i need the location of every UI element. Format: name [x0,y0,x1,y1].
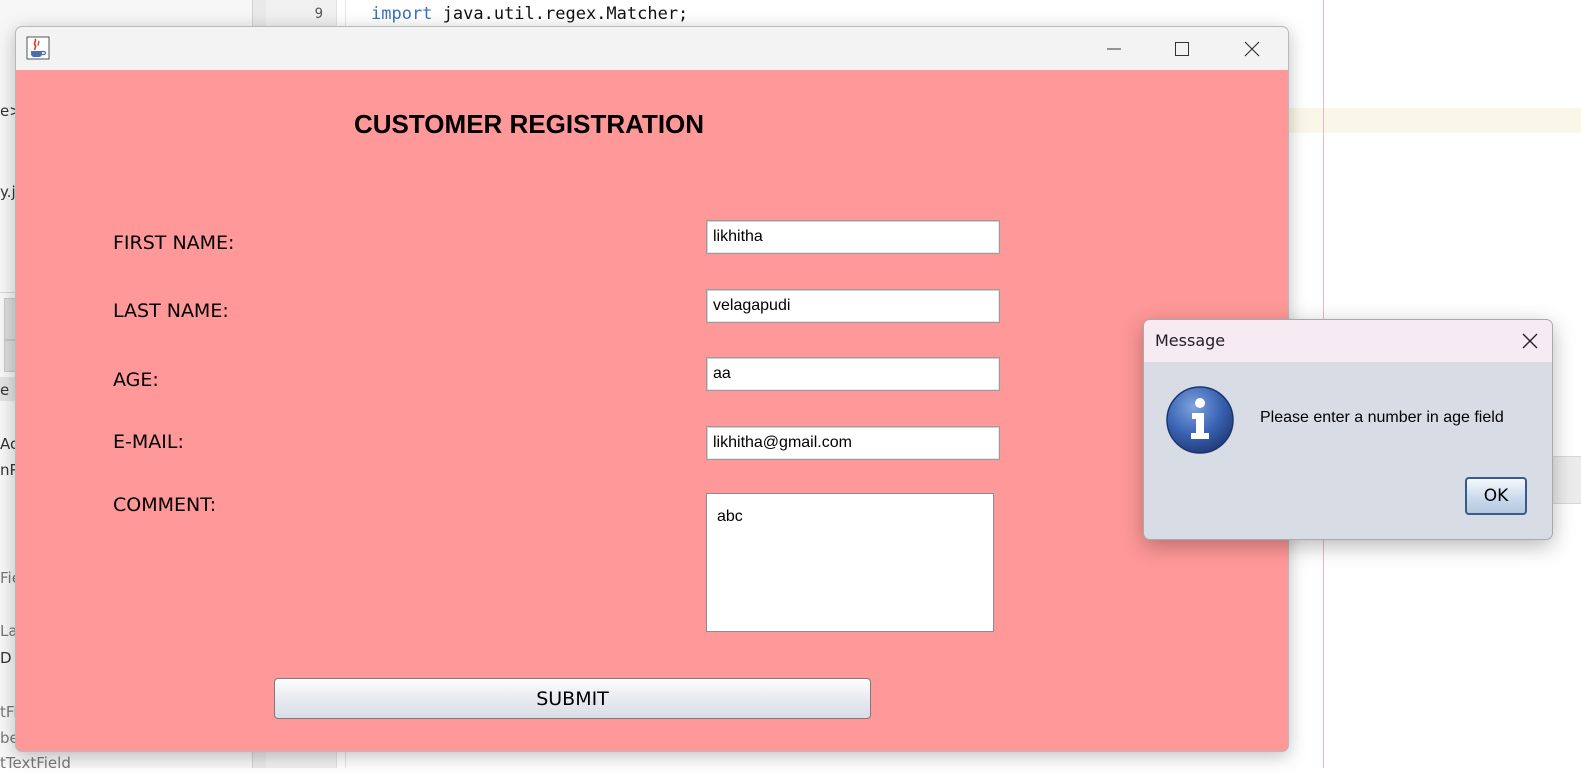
ide-fragment: e [0,381,10,399]
first-name-label: FIRST NAME: [113,232,235,254]
close-icon [1244,41,1260,56]
close-button[interactable] [1222,27,1282,70]
age-label: AGE: [113,369,159,391]
first-name-field[interactable]: likhitha [706,220,1000,254]
ide-current-line-highlight [1288,108,1581,133]
information-icon [1166,386,1234,454]
submit-button[interactable]: SUBMIT [274,678,871,719]
registration-window: CUSTOMER REGISTRATION FIRST NAME: likhit… [15,26,1289,752]
dialog-titlebar[interactable]: Message [1144,320,1552,362]
code-keyword: import [371,4,433,24]
ok-button[interactable]: OK [1465,477,1527,515]
minimize-icon [1107,48,1121,49]
ide-fragment: tTextField [0,754,71,772]
dialog-title: Message [1155,331,1226,350]
maximize-icon [1175,41,1189,56]
line-number: 9 [314,6,323,22]
email-field[interactable]: likhitha@gmail.com [706,426,1000,460]
ide-code-line[interactable]: import java.util.regex.Matcher; [371,4,688,24]
java-coffee-cup-icon [26,36,50,60]
dialog-message: Please enter a number in age field [1260,409,1504,426]
minimize-button[interactable] [1084,27,1144,70]
form-heading: CUSTOMER REGISTRATION [354,109,705,139]
age-field[interactable]: aa [706,357,1000,391]
dialog-close-button[interactable] [1508,320,1552,362]
last-name-label: LAST NAME: [113,300,229,322]
comment-label: COMMENT: [113,494,217,516]
comment-textarea[interactable]: abc [706,493,994,632]
last-name-field[interactable]: velagapudi [706,289,1000,323]
ide-fragment: D [0,649,12,667]
close-icon [1522,333,1538,349]
ide-fragment: y.j [0,183,16,201]
maximize-button[interactable] [1152,27,1212,70]
message-dialog: Message Please enter a number in age fie… [1143,319,1553,540]
code-text: java.util.regex.Matcher; [432,4,689,24]
window-titlebar[interactable] [16,27,1288,70]
email-label: E-MAIL: [113,431,184,453]
